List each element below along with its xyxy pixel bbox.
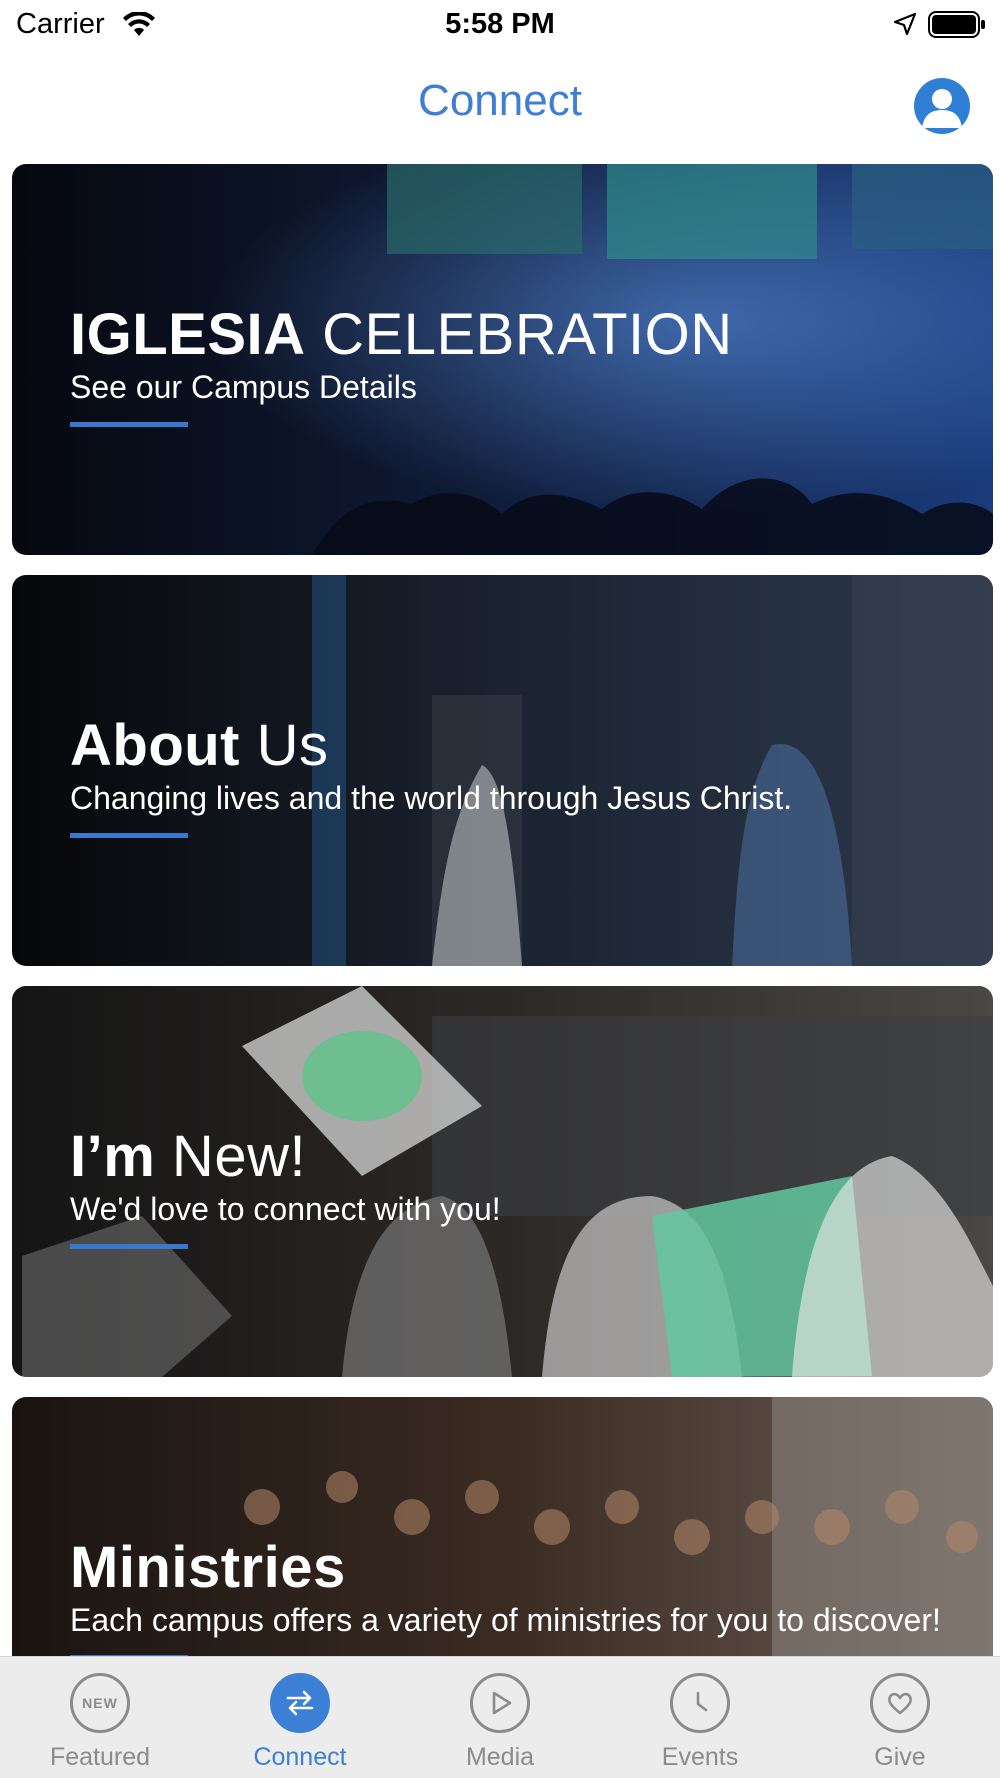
card-title: IGLESIA CELEBRATION [70,302,733,367]
person-icon [922,89,962,128]
tab-label: Featured [49,1743,151,1771]
tab-label: Connect [253,1743,347,1771]
clock-icon [670,1673,730,1733]
connect-arrows-icon [270,1673,330,1733]
card-title: About Us [70,713,329,778]
card-subtitle: Each campus offers a variety of ministri… [70,1602,941,1638]
status-time: 5:58 PM [445,8,555,40]
card-about-us[interactable]: About Us Changing lives and the world th… [12,575,993,966]
play-icon [470,1673,530,1733]
card-iglesia-celebration[interactable]: IGLESIA CELEBRATION See our Campus Detai… [12,164,993,555]
tab-media[interactable]: Media [400,1657,600,1778]
card-accent-rule [70,422,188,427]
battery-icon [928,11,985,38]
card-subtitle: See our Campus Details [70,369,417,405]
card-subtitle: Changing lives and the world through Jes… [70,780,793,816]
card-accent-rule [70,833,188,838]
tab-events[interactable]: Events [600,1657,800,1778]
card-im-new[interactable]: I’m New! We'd love to connect with you! [12,986,993,1377]
profile-button[interactable] [914,78,970,134]
card-subtitle: We'd love to connect with you! [70,1191,501,1227]
tab-connect[interactable]: Connect [200,1657,400,1778]
connect-cards-list: IGLESIA CELEBRATION See our Campus Detai… [12,164,993,1656]
card-title: I’m New! [70,1124,307,1189]
location-arrow-icon [893,12,917,36]
tab-bar: NEW Featured Connect Media Events Give [0,1656,1000,1778]
status-bar: Carrier 5:58 PM [0,0,1000,50]
tab-label: Give [874,1743,926,1771]
card-ministries[interactable]: Ministries Each campus offers a variety … [12,1397,993,1656]
tab-label: Media [465,1743,535,1771]
card-accent-rule [70,1244,188,1249]
new-badge-icon: NEW [70,1673,130,1733]
tab-featured[interactable]: NEW Featured [0,1657,200,1778]
tab-give[interactable]: Give [800,1657,1000,1778]
tab-label: Events [661,1743,739,1771]
card-title: Ministries [70,1535,346,1600]
heart-icon [870,1673,930,1733]
page-title: Connect [418,76,582,125]
